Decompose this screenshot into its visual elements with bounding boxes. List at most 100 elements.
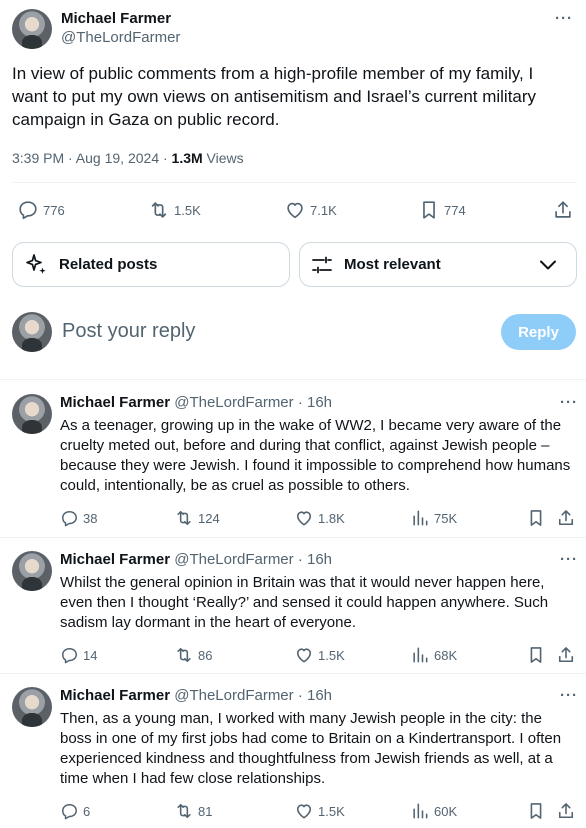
reply-header: Michael Farmer @TheLordFarmer · 16h — [60, 551, 332, 568]
bookmark-icon — [418, 199, 440, 221]
repost-icon — [174, 645, 194, 665]
reply-text: Whilst the general opinion in Britain wa… — [60, 574, 549, 631]
views-action[interactable]: 60K — [410, 799, 457, 823]
share-icon — [556, 508, 576, 528]
author-handle[interactable]: @TheLordFarmer — [61, 29, 180, 46]
like-icon — [294, 508, 314, 528]
main-tweet-header: Michael Farmer @TheLordFarmer ··· — [12, 6, 576, 50]
share-action[interactable] — [556, 506, 576, 530]
like-action[interactable]: 1.5K — [294, 799, 345, 823]
reply-header: Michael Farmer @TheLordFarmer · 16h — [60, 394, 332, 411]
author-name[interactable]: Michael Farmer — [61, 10, 171, 27]
sparkle-icon — [23, 252, 49, 278]
tweet-actions: 776 1.5K 7.1K 774 — [12, 196, 576, 224]
reply-action[interactable]: 776 — [17, 196, 65, 224]
avatar[interactable] — [12, 687, 52, 727]
avatar[interactable] — [12, 394, 52, 434]
analytics-icon — [410, 645, 430, 665]
tweet-timestamp[interactable]: 3:39 PM · Aug 19, 2024 · — [12, 150, 172, 166]
views-count: 75K — [434, 510, 458, 526]
reply-input[interactable]: Post your reply — [62, 320, 195, 343]
reply-count: 38 — [83, 510, 98, 526]
tweet-text: In view of public comments from a high-p… — [12, 64, 537, 129]
reply-time[interactable]: 16h — [307, 394, 332, 411]
reply-author-name[interactable]: Michael Farmer — [60, 687, 170, 704]
chevron-down-icon — [538, 255, 558, 275]
bookmark-icon — [526, 508, 546, 528]
reply-icon — [17, 199, 39, 221]
like-icon — [284, 199, 306, 221]
share-action[interactable] — [552, 196, 574, 224]
reply-count: 776 — [43, 202, 65, 218]
tweet-meta: 3:39 PM · Aug 19, 2024 · 1.3M Views — [12, 150, 244, 166]
analytics-icon — [410, 801, 430, 821]
reply-button[interactable]: Reply — [501, 314, 576, 350]
reply-item[interactable]: Michael Farmer @TheLordFarmer · 16h ··· … — [0, 673, 586, 828]
reply-author-name[interactable]: Michael Farmer — [60, 551, 170, 568]
repost-count: 124 — [198, 510, 220, 526]
views-action[interactable]: 68K — [410, 643, 457, 667]
share-action[interactable] — [556, 643, 576, 667]
reply-count: 6 — [83, 803, 91, 819]
reply-actions: 14 86 1.5K 68K — [60, 643, 576, 667]
avatar[interactable] — [12, 551, 52, 591]
separator-dot: · — [293, 394, 307, 411]
reply-author-name[interactable]: Michael Farmer — [60, 394, 170, 411]
like-action[interactable]: 1.8K — [294, 506, 345, 530]
sort-label: Most relevant — [344, 256, 441, 273]
repost-action[interactable]: 86 — [174, 643, 212, 667]
views-label: Views — [202, 150, 244, 166]
like-count: 1.5K — [318, 803, 345, 819]
bookmark-action[interactable] — [526, 506, 546, 530]
repost-action[interactable]: 81 — [174, 799, 212, 823]
bookmark-action[interactable] — [526, 799, 546, 823]
separator-dot: · — [293, 551, 307, 568]
views-action[interactable]: 75K — [410, 506, 457, 530]
reply-author-handle[interactable]: @TheLordFarmer — [174, 394, 293, 411]
more-options-icon[interactable]: ··· — [560, 394, 578, 411]
reply-count: 14 — [83, 647, 98, 663]
share-action[interactable] — [556, 799, 576, 823]
reply-time[interactable]: 16h — [307, 551, 332, 568]
repost-icon — [174, 801, 194, 821]
repost-action[interactable]: 1.5K — [148, 196, 201, 224]
reply-author-handle[interactable]: @TheLordFarmer — [174, 687, 293, 704]
bookmark-action[interactable] — [526, 643, 546, 667]
related-posts-button[interactable]: Related posts — [12, 242, 290, 287]
repost-action[interactable]: 124 — [174, 506, 220, 530]
views-count: 1.3M — [171, 150, 203, 166]
related-posts-label: Related posts — [59, 256, 158, 273]
reply-icon — [60, 802, 79, 821]
analytics-icon — [410, 508, 430, 528]
like-icon — [294, 801, 314, 821]
views-count: 68K — [434, 647, 458, 663]
reply-actions: 38 124 1.8K 75K — [60, 506, 576, 530]
avatar[interactable] — [12, 9, 52, 49]
bookmark-icon — [526, 645, 546, 665]
more-options-icon[interactable]: ··· — [560, 687, 578, 704]
separator-dot: · — [293, 687, 307, 704]
reply-item[interactable]: Michael Farmer @TheLordFarmer · 16h ··· … — [0, 380, 586, 538]
reply-header: Michael Farmer @TheLordFarmer · 16h — [60, 687, 332, 704]
reply-action[interactable]: 6 — [60, 799, 90, 823]
sort-replies-button[interactable]: Most relevant — [299, 242, 577, 287]
reply-icon — [60, 646, 79, 665]
share-icon — [556, 645, 576, 665]
like-action[interactable]: 7.1K — [284, 196, 337, 224]
sliders-icon — [310, 253, 334, 277]
composer-avatar — [12, 312, 52, 352]
reply-time[interactable]: 16h — [307, 687, 332, 704]
like-icon — [294, 645, 314, 665]
more-options-icon[interactable]: ··· — [560, 551, 578, 568]
repost-count: 81 — [198, 803, 213, 819]
reply-action[interactable]: 38 — [60, 506, 97, 530]
reply-action[interactable]: 14 — [60, 643, 97, 667]
divider — [12, 182, 576, 183]
more-options-icon[interactable]: ··· — [555, 10, 573, 27]
reply-author-handle[interactable]: @TheLordFarmer — [174, 551, 293, 568]
like-action[interactable]: 1.5K — [294, 643, 345, 667]
reply-item[interactable]: Michael Farmer @TheLordFarmer · 16h ··· … — [0, 537, 586, 674]
bookmark-icon — [526, 801, 546, 821]
bookmark-action[interactable]: 774 — [418, 196, 466, 224]
reply-text: As a teenager, growing up in the wake of… — [60, 417, 571, 494]
